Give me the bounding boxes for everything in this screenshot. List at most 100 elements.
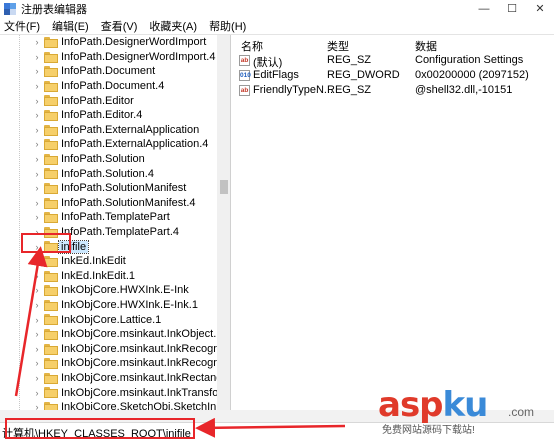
folder-icon: [44, 110, 58, 121]
menu-bar: 文件(F) 编辑(E) 查看(V) 收藏夹(A) 帮助(H): [0, 17, 554, 35]
watermark-subtitle: 免费网站源码下载站!: [382, 425, 475, 436]
chevron-right-icon[interactable]: ›: [33, 110, 41, 120]
chevron-right-icon[interactable]: ›: [33, 315, 41, 325]
menu-file[interactable]: 文件(F): [4, 18, 40, 34]
tree-item[interactable]: › InkObjCore.msinkaut.InkRectangle.1: [0, 371, 231, 386]
value-row[interactable]: ab FriendlyTypeN... REG_SZ @shell32.dll,…: [232, 83, 554, 99]
column-header-type[interactable]: 类型: [327, 38, 349, 54]
menu-view[interactable]: 查看(V): [101, 18, 138, 34]
chevron-right-icon[interactable]: ›: [33, 139, 41, 149]
tree-item-label: InkObjCore.msinkaut.InkRecognizerG: [61, 342, 231, 355]
column-header-data[interactable]: 数据: [415, 38, 437, 54]
folder-icon: [44, 153, 58, 165]
folder-icon: [44, 51, 58, 63]
tree-item[interactable]: › InkObjCore.msinkaut.InkObject.1: [0, 327, 223, 342]
folder-icon: [44, 95, 58, 107]
tree-item[interactable]: › InfoPath.DesignerWordImport.4: [0, 50, 217, 65]
tree-item[interactable]: › InfoPath.DesignerWordImport: [0, 35, 217, 50]
folder-icon: [44, 372, 58, 384]
chevron-right-icon[interactable]: ›: [33, 285, 41, 295]
tree-item[interactable]: › InkObjCore.msinkaut.InkRecognizers.: [0, 356, 231, 371]
chevron-right-icon[interactable]: ›: [33, 37, 41, 47]
chevron-right-icon[interactable]: ›: [33, 358, 41, 368]
chevron-right-icon[interactable]: ›: [33, 96, 41, 106]
value-type: REG_SZ: [327, 84, 372, 96]
folder-icon: [44, 343, 58, 355]
menu-help[interactable]: 帮助(H): [209, 18, 246, 34]
value-row[interactable]: ab (默认) REG_SZ Configuration Settings: [232, 53, 554, 69]
tree-item[interactable]: › InkObjCore.Lattice.1: [0, 312, 217, 327]
tree-item[interactable]: › InfoPath.ExternalApplication.4: [0, 137, 217, 152]
tree-item[interactable]: › InfoPath.Solution: [0, 152, 217, 167]
chevron-right-icon[interactable]: ›: [33, 373, 41, 383]
aspku-watermark: aspku .com 免费网站源码下载站!: [378, 388, 548, 436]
chevron-right-icon[interactable]: ›: [33, 198, 41, 208]
tree-item[interactable]: › InkObjCore.msinkaut.InkRecognizerG: [0, 342, 231, 357]
chevron-right-icon[interactable]: ›: [33, 256, 41, 266]
folder-icon: [44, 80, 58, 92]
chevron-right-icon[interactable]: ›: [33, 388, 41, 398]
chevron-right-icon[interactable]: ›: [33, 52, 41, 62]
chevron-right-icon[interactable]: ›: [33, 329, 41, 339]
key-tree-pane[interactable]: › InfoPath.DesignerWordImport › InfoPath.De…: [0, 35, 231, 410]
title-bar: 注册表编辑器 — ☐ ✕: [0, 0, 554, 17]
chevron-right-icon[interactable]: ›: [33, 183, 41, 193]
menu-favorites[interactable]: 收藏夹(A): [149, 18, 197, 34]
folder-icon: [44, 314, 58, 326]
tree-item[interactable]: › InfoPath.SolutionManifest.4: [0, 196, 217, 211]
value-data: 0x00200000 (2097152): [415, 69, 529, 81]
chevron-right-icon[interactable]: ›: [33, 154, 41, 164]
tree-item-label: InfoPath.DesignerWordImport.4: [61, 50, 216, 63]
tree-item-label: InfoPath.Editor: [61, 94, 134, 107]
tree-scrollbar-thumb[interactable]: [220, 180, 228, 194]
tree-item[interactable]: › InkObjCore.HWXInk.E-Ink: [0, 283, 217, 298]
tree-item[interactable]: › InfoPath.Editor: [0, 93, 217, 108]
tree-scrollbar[interactable]: [217, 35, 230, 410]
chevron-right-icon[interactable]: ›: [33, 169, 41, 179]
tree-item-label: InkObjCore.HWXInk.E-Ink: [61, 284, 189, 297]
chevron-right-icon[interactable]: ›: [33, 66, 41, 76]
chevron-right-icon[interactable]: ›: [33, 81, 41, 91]
chevron-right-icon[interactable]: ›: [33, 300, 41, 310]
chevron-right-icon[interactable]: ›: [33, 402, 41, 410]
tree-item[interactable]: › InfoPath.Document.4: [0, 79, 217, 94]
value-data: Configuration Settings: [415, 54, 524, 66]
minimize-button[interactable]: —: [470, 0, 498, 17]
value-row[interactable]: 010 EditFlags REG_DWORD 0x00200000 (2097…: [232, 68, 554, 84]
tree-item-label: InfoPath.Document: [61, 65, 156, 78]
tree-item[interactable]: › InkObjCore.HWXInk.E-Ink.1: [0, 298, 217, 313]
tree-item[interactable]: › InkObjCore.msinkaut.InkTransform.1: [0, 385, 231, 400]
tree-item-label: InkObjCore.HWXInk.E-Ink.1: [61, 299, 198, 312]
folder-icon: [44, 358, 58, 370]
folder-icon: [44, 37, 58, 48]
string-value-icon: ab: [239, 85, 250, 96]
tree-item[interactable]: › InkEd.InkEdit.1: [0, 269, 217, 284]
tree-item[interactable]: › InkEd.InkEdit: [0, 254, 217, 269]
tree-item[interactable]: › InfoPath.Solution.4: [0, 166, 217, 181]
chevron-right-icon[interactable]: ›: [33, 344, 41, 354]
tree-item[interactable]: › InfoPath.Editor.4: [0, 108, 217, 123]
menu-edit[interactable]: 编辑(E): [52, 18, 89, 34]
value-name: EditFlags: [253, 69, 299, 81]
chevron-right-icon[interactable]: ›: [33, 125, 41, 135]
tree-item-label: InkObjCore.msinkaut.InkRectangle.1: [61, 372, 231, 385]
folder-icon: [44, 66, 58, 78]
tree-item[interactable]: › InfoPath.Document: [0, 64, 217, 79]
tree-item-label: InfoPath.Editor.4: [61, 109, 143, 122]
value-type: REG_DWORD: [327, 69, 400, 81]
maximize-button[interactable]: ☐: [498, 0, 526, 17]
window-controls: — ☐ ✕: [470, 0, 554, 17]
tree-item[interactable]: › InkObjCore.SketchObj.SketchInk: [0, 400, 222, 410]
chevron-right-icon[interactable]: ›: [33, 212, 41, 222]
value-name: FriendlyTypeN...: [253, 84, 334, 96]
binary-value-icon: 010: [239, 70, 251, 81]
chevron-right-icon[interactable]: ›: [33, 271, 41, 281]
tree-item[interactable]: › InfoPath.TemplatePart: [0, 210, 217, 225]
tree-item-label: InkObjCore.msinkaut.InkTransform.1: [61, 386, 231, 399]
column-header-name[interactable]: 名称: [241, 38, 263, 54]
values-list-pane[interactable]: 名称 类型 数据 ab (默认) REG_SZ Configuration Se…: [232, 35, 554, 410]
tree-item[interactable]: › InfoPath.ExternalApplication: [0, 123, 217, 138]
close-button[interactable]: ✕: [526, 0, 554, 17]
string-value-icon: ab: [239, 55, 250, 66]
tree-item[interactable]: › InfoPath.SolutionManifest: [0, 181, 217, 196]
